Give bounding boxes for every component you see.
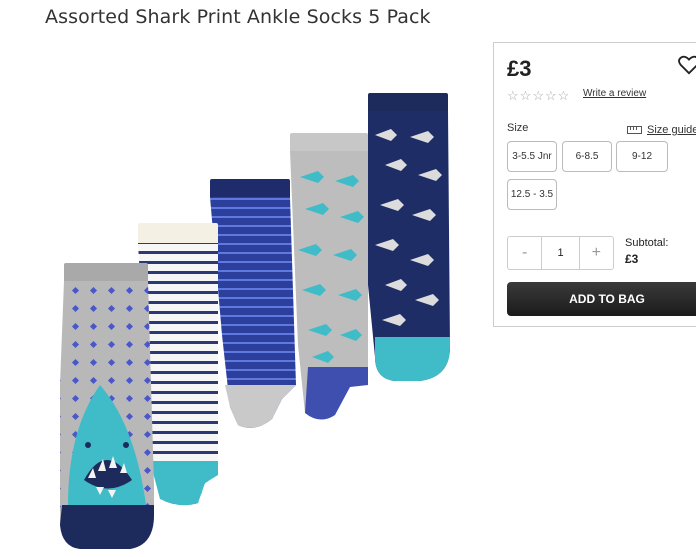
size-option[interactable]: 12.5 - 3.5 bbox=[507, 179, 557, 210]
qty-decrease-button[interactable]: - bbox=[508, 237, 541, 269]
size-option[interactable]: 9-12 bbox=[616, 141, 668, 172]
sock-shark-face bbox=[60, 263, 154, 549]
price: £3 bbox=[507, 56, 532, 81]
subtotal-label: Subtotal: bbox=[625, 237, 669, 249]
size-guide-label: Size guide bbox=[647, 124, 696, 136]
star-icon: ☆ bbox=[544, 88, 557, 103]
qty-increase-button[interactable]: + bbox=[580, 237, 613, 269]
heart-icon[interactable] bbox=[678, 55, 696, 75]
rating-stars: ☆ ☆ ☆ ☆ ☆ bbox=[507, 89, 569, 102]
star-icon: ☆ bbox=[519, 88, 532, 103]
size-label: Size bbox=[507, 122, 529, 134]
product-image bbox=[60, 93, 450, 549]
size-option[interactable]: 6-8.5 bbox=[562, 141, 612, 172]
sock-blue-stripes bbox=[210, 179, 296, 428]
sock-navy-sharks bbox=[368, 93, 450, 381]
size-option[interactable]: 3-5.5 Jnr bbox=[507, 141, 557, 172]
subtotal-value: £3 bbox=[625, 252, 639, 266]
write-review-link[interactable]: Write a review bbox=[583, 88, 646, 99]
ruler-icon bbox=[627, 126, 642, 134]
purchase-panel: £3 ☆ ☆ ☆ ☆ ☆ Write a review Size Size gu… bbox=[493, 42, 696, 327]
add-to-bag-button[interactable]: ADD TO BAG bbox=[507, 282, 696, 316]
star-icon: ☆ bbox=[507, 88, 519, 103]
star-icon: ☆ bbox=[532, 88, 544, 103]
quantity-stepper: - 1 + bbox=[507, 236, 614, 270]
product-title: Assorted Shark Print Ankle Socks 5 Pack bbox=[45, 6, 431, 28]
size-guide-link[interactable]: Size guide bbox=[627, 124, 696, 136]
sock-grey-sharks bbox=[290, 133, 368, 420]
qty-input[interactable]: 1 bbox=[541, 237, 580, 269]
star-icon: ☆ bbox=[557, 88, 570, 103]
